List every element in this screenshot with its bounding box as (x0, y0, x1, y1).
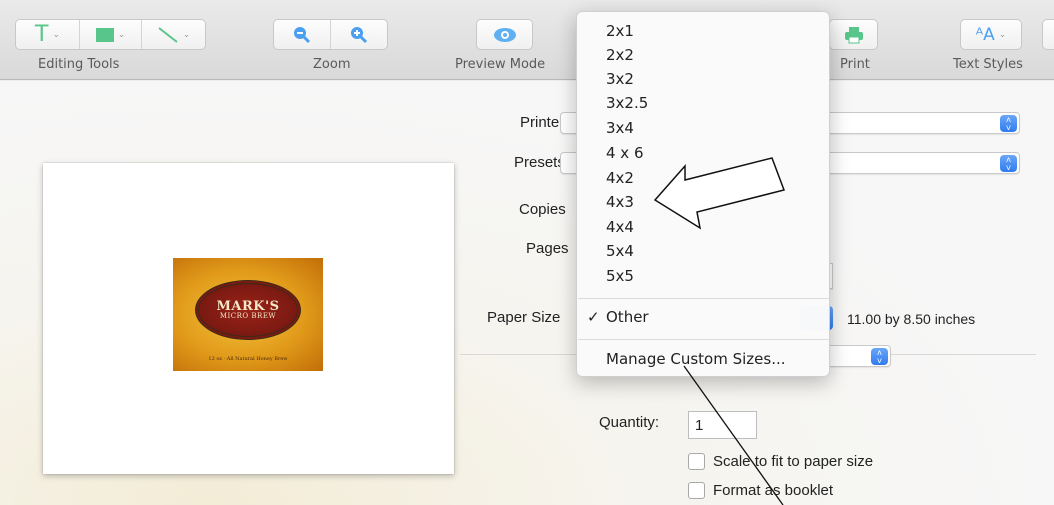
annotation-overlay (653, 157, 785, 505)
annotation-arrow-icon (653, 157, 785, 230)
annotation-pointer-line (683, 365, 784, 505)
